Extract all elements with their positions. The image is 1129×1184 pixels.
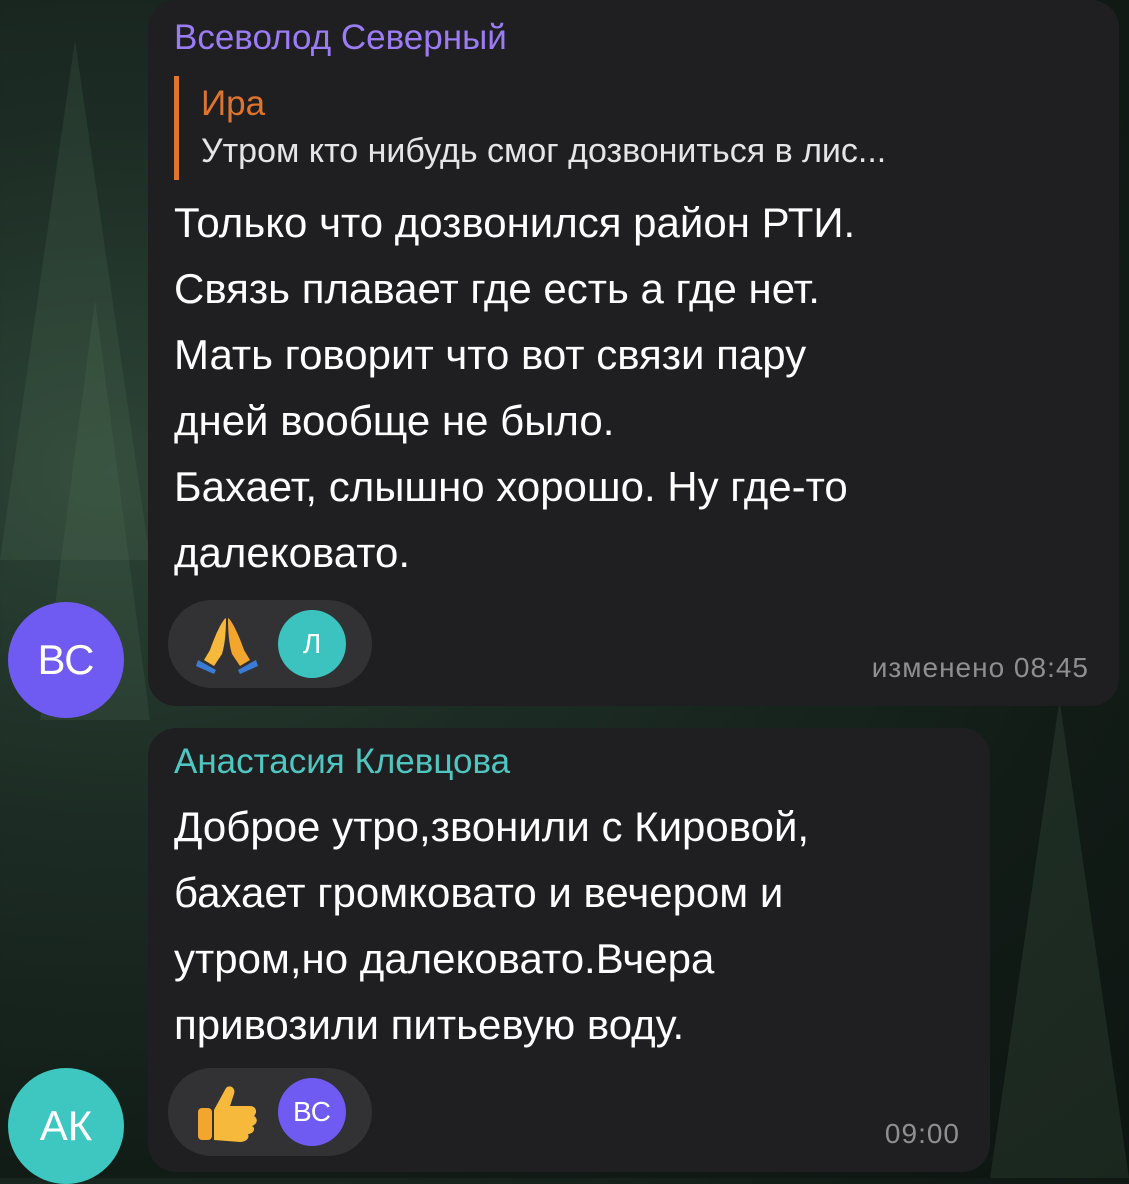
message-line: Только что дозвонился район РТИ. <box>174 199 856 246</box>
avatar[interactable]: ВС <box>8 602 124 718</box>
message-line: дней вообще не было. <box>174 397 615 444</box>
background-tree <box>990 700 1129 1178</box>
message-line: Доброе утро,звонили с Кировой, <box>174 803 810 850</box>
message-bubble[interactable]: Всеволод Северный Ира Утром кто нибудь с… <box>148 0 1119 706</box>
sender-name[interactable]: Всеволод Северный <box>174 18 507 58</box>
reply-author: Ира <box>201 84 266 123</box>
sender-name[interactable]: Анастасия Клевцова <box>174 742 510 782</box>
message-line: Мать говорит что вот связи пару <box>174 331 807 378</box>
thumbs-up-icon <box>198 1086 257 1142</box>
message-text: Доброе утро,звонили с Кировой, бахает гр… <box>174 794 809 1058</box>
reaction-chip[interactable]: ВС <box>168 1068 372 1156</box>
message-bubble[interactable]: Анастасия Клевцова Доброе утро,звонили с… <box>148 728 990 1172</box>
message-line: Бахает, слышно хорошо. Ну где-то <box>174 463 848 510</box>
message-line: бахает громковато и вечером и <box>174 869 784 916</box>
message-line: далековато. <box>174 529 411 576</box>
avatar[interactable]: АК <box>8 1068 124 1184</box>
message-line: привозили питьевую воду. <box>174 1001 685 1048</box>
reaction-user-avatar: ВС <box>278 1078 346 1146</box>
reaction-user-avatar: Л <box>278 610 346 678</box>
message-line: Связь плавает где есть а где нет. <box>174 265 820 312</box>
reply-text: Утром кто нибудь смог дозвониться в лис.… <box>201 132 887 170</box>
reply-quote[interactable]: Ира Утром кто нибудь смог дозвониться в … <box>174 76 1074 180</box>
message-text: Только что дозвонился район РТИ. Связь п… <box>174 190 855 586</box>
reaction-chip[interactable]: Л <box>168 600 372 688</box>
message-timestamp: 09:00 <box>884 1118 960 1149</box>
message-line: утром,но далековато.Вчера <box>174 935 715 982</box>
folded-hands-icon <box>196 618 258 674</box>
message-timestamp: изменено 08:45 <box>871 652 1089 683</box>
